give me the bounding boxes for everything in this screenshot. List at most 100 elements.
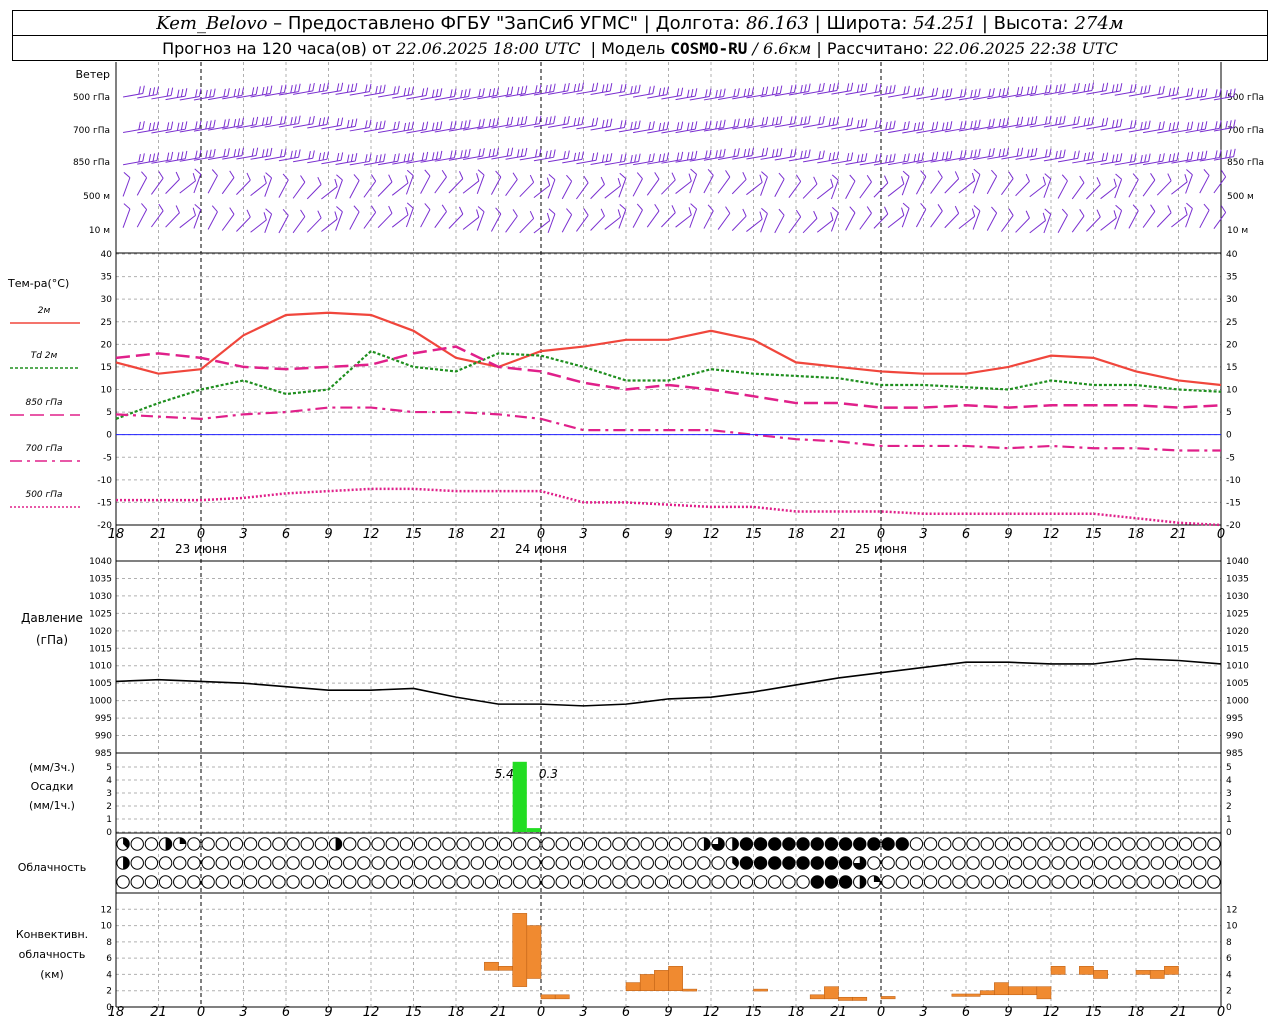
wind-barb-flag [688, 207, 692, 216]
wind-barb-flag [1020, 86, 1024, 95]
wind-barb-flag [312, 150, 315, 159]
cloud-cover-icon [994, 875, 1009, 889]
cloud-cover-icon [215, 875, 229, 889]
wind-barb-icon [1071, 175, 1085, 200]
wind-barb-flag [1204, 121, 1208, 130]
cloud-cover-icon [569, 856, 584, 870]
wind-barb-flag [170, 121, 174, 130]
cloud-cover-icon [300, 875, 314, 889]
wind-barb-flag [765, 147, 769, 156]
cloud-circle [1079, 856, 1094, 870]
wind-barb-flag [866, 206, 872, 214]
wind-barb-shaft [802, 218, 818, 234]
cloud-cover-icon [867, 875, 881, 889]
wind-barb-flag [180, 88, 184, 97]
wind-barb-flag [549, 150, 552, 159]
wind-barb-icon [179, 173, 196, 194]
wind-barb-flag [1140, 154, 1143, 163]
wind-barb-flag [676, 88, 680, 97]
wind-barb-flag [1105, 152, 1109, 161]
cloud-circle [498, 875, 513, 889]
wind-barb-flag [1144, 121, 1147, 130]
wind-barb-flag [439, 150, 443, 159]
wind-barb-shaft [859, 127, 880, 132]
cloud-circle [1193, 875, 1207, 889]
wind-barb-flag [725, 206, 731, 214]
wind-barb-shaft [788, 181, 802, 198]
precip-bar [512, 761, 527, 832]
wind-barb-flag [1083, 152, 1087, 161]
wind-barb-flag [294, 150, 297, 159]
cloud-cover-icon [1079, 875, 1094, 889]
cloud-circle [1065, 875, 1079, 889]
wind-barb-shaft [632, 209, 643, 228]
cloud-cover-icon [881, 856, 895, 870]
cloud-cover-icon [598, 875, 612, 889]
cloud-circle [654, 875, 669, 889]
wind-barb-shaft [151, 177, 164, 195]
conv-ytick-right: 12 [1226, 905, 1237, 915]
wind-barb-shaft [193, 174, 202, 194]
cloud-circle [668, 837, 683, 851]
time-tick-label-bottom: 9 [1004, 1005, 1012, 1020]
wind-barb-flag [1025, 210, 1030, 219]
precip-bar-label: 0.3 [539, 767, 558, 781]
cloud-cover-icon [683, 837, 697, 851]
cloud-cover-icon [1023, 837, 1037, 851]
wind-barb-flag [516, 117, 520, 126]
wind-barb-flag [255, 86, 259, 95]
cloud-circle [158, 856, 173, 870]
time-tick-label-bottom: 18 [108, 1005, 125, 1020]
cloud-cover-icon [810, 875, 824, 889]
cloud-fill-full [796, 856, 810, 870]
wind-barb-flag [340, 82, 344, 91]
wind-barb-flag [902, 202, 910, 209]
wind-barb-flag [856, 154, 860, 163]
cloud-circle [343, 875, 357, 889]
wind-barb-flag [595, 117, 599, 126]
temp-legend-label: 700 гПа [25, 444, 62, 454]
cloud-cover-icon [895, 856, 909, 870]
wind-barb-flag [747, 118, 751, 127]
wind-barb-flag [779, 115, 783, 125]
wind-barb-icon [1071, 209, 1085, 233]
conv-bar [951, 993, 967, 997]
wind-barb-flag [1115, 173, 1122, 180]
wind-barb-shaft [1071, 182, 1085, 200]
cloud-cover-icon [286, 837, 300, 851]
cloud-cover-icon [1164, 875, 1179, 889]
wind-barb-flag [205, 150, 208, 159]
temp-ytick-left: 10 [101, 386, 113, 396]
wind-barb-flag [407, 122, 411, 131]
wind-barb-icon [788, 174, 802, 198]
wind-barb-icon [363, 205, 377, 229]
wind-barb-shaft [774, 214, 785, 234]
wind-barb-icon [1128, 204, 1139, 229]
wind-barb-flag [671, 172, 676, 181]
cloud-cover-icon [966, 875, 980, 889]
wind-barb-icon [321, 178, 338, 200]
wind-barb-flag [743, 88, 747, 97]
cloud-cover-icon [229, 837, 244, 851]
wind-barb-flag [638, 120, 641, 129]
cloud-circle [413, 875, 428, 889]
wind-barb-shaft [1156, 180, 1172, 196]
wind-barb-flag [1150, 204, 1156, 212]
cloud-cover-icon [555, 837, 569, 851]
wind-barb-flag [846, 118, 850, 127]
pressure-ytick-right: 1035 [1226, 574, 1249, 584]
time-tick-label-bottom: 0 [1217, 1005, 1225, 1020]
time-tick-label: 18 [1128, 527, 1145, 542]
wind-barb-flag [1190, 151, 1194, 160]
wind-barb-icon [1043, 173, 1052, 198]
cloud-cover-icon [328, 837, 343, 851]
wind-barb-flag [648, 121, 651, 130]
cloud-circle [300, 856, 314, 870]
cloud-cover-icon [626, 837, 640, 851]
cloud-cover-icon [442, 856, 456, 870]
wind-barb-flag [1200, 88, 1204, 98]
wind-barb-flag [998, 149, 1002, 158]
cloud-circle [725, 875, 739, 889]
wind-barb-flag [1073, 116, 1076, 125]
conv-bar [852, 996, 868, 1001]
